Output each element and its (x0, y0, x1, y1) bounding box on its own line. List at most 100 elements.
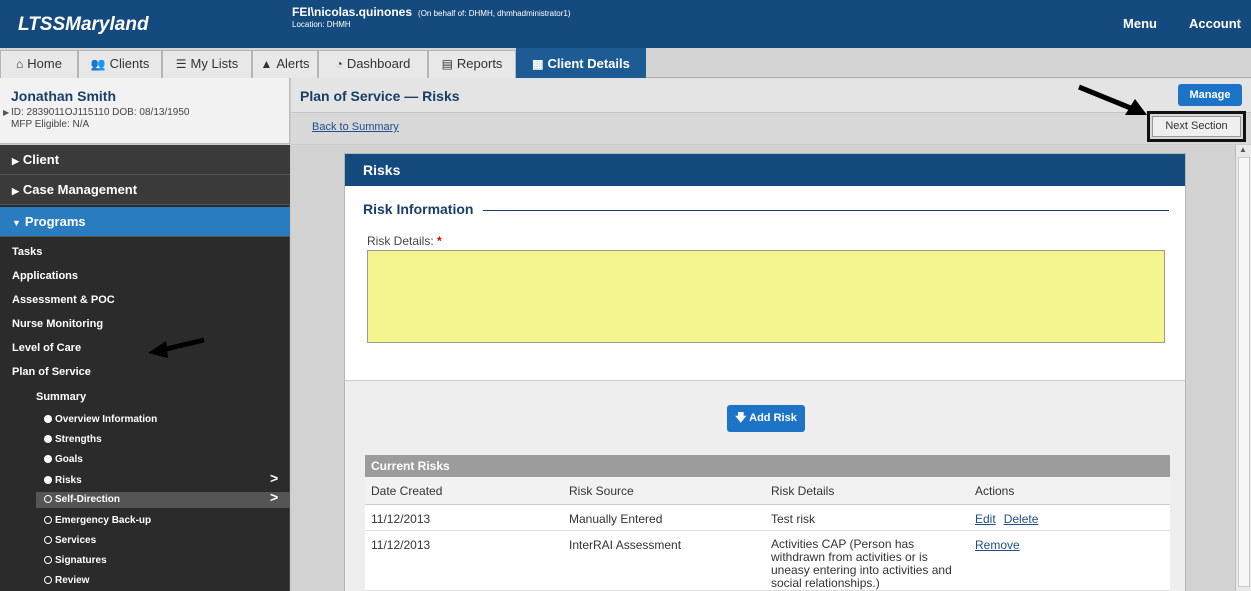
caret-down-icon: ▼ (12, 218, 21, 228)
sidebar-item-level-of-care[interactable]: Level of Care (12, 342, 81, 354)
chevron-right-icon[interactable]: > (270, 489, 278, 505)
chevron-right-icon[interactable]: > (270, 470, 278, 486)
tab-alerts[interactable]: ▲ Alerts (252, 50, 318, 78)
empty-circle-icon (44, 556, 52, 564)
tab-client-details[interactable]: ▦ Client Details (516, 48, 646, 78)
annotation-arrow-icon (1078, 84, 1147, 115)
sidebar-item-risks[interactable]: Risks (44, 475, 82, 486)
row-details: Activities CAP (Person has withdrawn fro… (771, 537, 952, 590)
row-source: Manually Entered (569, 512, 663, 526)
row-actions: Edit Delete (975, 512, 1046, 526)
remove-link[interactable]: Remove (975, 538, 1020, 552)
client-header: Jonathan Smith ▶ ID: 2839011OJ115110 DOB… (0, 78, 290, 144)
content-area: Risks Risk Information Risk Details: * 🡇… (291, 145, 1235, 591)
row-source: InterRAI Assessment (569, 538, 682, 552)
add-risk-button[interactable]: 🡇 Add Risk (727, 405, 805, 432)
tab-clients[interactable]: 👥 Clients (78, 50, 162, 78)
empty-circle-icon (44, 516, 52, 524)
client-name: Jonathan Smith (11, 88, 117, 104)
risks-lower-panel: 🡇 Add Risk Current Risks Date Created Ri… (345, 380, 1185, 591)
column-header-date: Date Created (371, 484, 443, 498)
check-circle-icon (44, 476, 52, 484)
empty-circle-icon (44, 576, 52, 584)
sidebar-item-services[interactable]: Services (44, 535, 96, 546)
table-row: 11/12/2013 InterRAI Assessment Activitie… (365, 531, 1170, 591)
client-ids: ID: 2839011OJ115110 DOB: 08/13/1950 (11, 107, 190, 118)
next-section-highlight: Next Section (1147, 111, 1246, 142)
top-nav: Menu Account (1091, 16, 1241, 31)
reports-icon: ▤ (441, 57, 453, 71)
user-name: FEI\nicolas.quinones (292, 5, 413, 19)
row-details: Test risk (771, 512, 816, 526)
dashboard-icon: ◔ (335, 57, 343, 71)
sidebar-section-programs[interactable]: ▼ Programs (0, 207, 290, 237)
alert-icon: ▲ (260, 57, 273, 71)
tab-my-lists[interactable]: ☰ My Lists (162, 50, 252, 78)
sidebar: ▶ Client ▶ Case Management ▼ Programs Tasks… (0, 145, 290, 591)
table-title: Current Risks (365, 455, 1170, 477)
sidebar-item-emergency-back-up[interactable]: Emergency Back-up (44, 515, 151, 526)
next-section-button[interactable]: Next Section (1152, 116, 1241, 137)
sidebar-item-review[interactable]: Review (44, 575, 89, 586)
table-header-row: Date Created Risk Source Risk Details Ac… (365, 477, 1170, 505)
sidebar-item-tasks[interactable]: Tasks (12, 246, 42, 258)
row-date: 11/12/2013 (371, 512, 431, 526)
sidebar-item-applications[interactable]: Applications (12, 270, 78, 282)
check-circle-icon (44, 435, 52, 443)
delete-link[interactable]: Delete (1004, 512, 1039, 526)
empty-circle-icon (44, 495, 52, 503)
scrollbar-thumb[interactable] (1238, 157, 1250, 587)
column-header-source: Risk Source (569, 484, 634, 498)
tab-dashboard[interactable]: ◔ Dashboard (318, 50, 428, 78)
column-header-actions: Actions (975, 484, 1015, 498)
check-circle-icon (44, 455, 52, 463)
account-link[interactable]: Account (1189, 16, 1241, 31)
sidebar-item-assessment-poc[interactable]: Assessment & POC (12, 294, 115, 306)
caret-right-icon: ▶ (12, 156, 19, 166)
sidebar-item-overview-information[interactable]: Overview Information (44, 414, 157, 425)
scroll-up-icon[interactable]: ▲ (1239, 145, 1247, 154)
sidebar-item-nurse-monitoring[interactable]: Nurse Monitoring (12, 318, 103, 330)
sidebar-item-goals[interactable]: Goals (44, 454, 83, 465)
arrow-down-icon: 🡇 (735, 412, 747, 424)
menu-link[interactable]: Menu (1123, 16, 1157, 31)
required-marker: * (437, 234, 442, 248)
list-icon: ☰ (175, 57, 187, 71)
app-logo[interactable]: LTSSMaryland (18, 14, 149, 36)
sidebar-item-self-direction[interactable]: Self-Direction (44, 494, 120, 505)
top-bar: LTSSMaryland FEI\nicolas.quinones (On beh… (0, 0, 1251, 48)
risk-information-legend: Risk Information (363, 201, 474, 217)
user-info: FEI\nicolas.quinones (On behalf of: DHMH,… (292, 5, 571, 29)
legend-divider (483, 210, 1169, 211)
client-details-icon: ▦ (532, 57, 544, 71)
sidebar-item-plan-of-service[interactable]: Plan of Service (12, 366, 91, 378)
current-risks-table: Current Risks Date Created Risk Source R… (365, 455, 1170, 591)
tab-home[interactable]: ⌂ Home (0, 50, 78, 78)
sidebar-section-client[interactable]: ▶ Client (0, 145, 290, 175)
back-to-summary-link[interactable]: Back to Summary (312, 121, 399, 133)
manage-button[interactable]: Manage (1178, 84, 1242, 106)
sidebar-item-summary[interactable]: Summary (36, 391, 86, 403)
tab-reports[interactable]: ▤ Reports (428, 50, 516, 78)
sidebar-item-strengths[interactable]: Strengths (44, 434, 102, 445)
edit-link[interactable]: Edit (975, 512, 996, 526)
sidebar-item-signatures[interactable]: Signatures (44, 555, 107, 566)
on-behalf-text: (On behalf of: DHMH, dhmhadministrator1) (418, 9, 571, 18)
column-header-details: Risk Details (771, 484, 835, 498)
risk-details-label: Risk Details: * (367, 234, 442, 248)
sidebar-section-case-management[interactable]: ▶ Case Management (0, 175, 290, 205)
empty-circle-icon (44, 536, 52, 544)
mfp-eligibility: MFP Eligible: N/A (11, 119, 90, 130)
expand-triangle-icon[interactable]: ▶ (3, 108, 9, 117)
card-title: Risks (345, 154, 1185, 186)
table-row: 11/12/2013 Manually Entered Test risk Ed… (365, 505, 1170, 531)
page-title: Plan of Service — Risks (300, 88, 460, 104)
home-icon: ⌂ (16, 57, 24, 71)
row-date: 11/12/2013 (371, 538, 431, 552)
caret-right-icon: ▶ (12, 186, 19, 196)
risk-details-input[interactable] (367, 250, 1165, 343)
check-circle-icon (44, 415, 52, 423)
vertical-scrollbar[interactable]: ▲ (1235, 145, 1251, 591)
annotation-arrow-icon (148, 337, 205, 358)
risks-card: Risks Risk Information Risk Details: * 🡇… (344, 153, 1186, 591)
